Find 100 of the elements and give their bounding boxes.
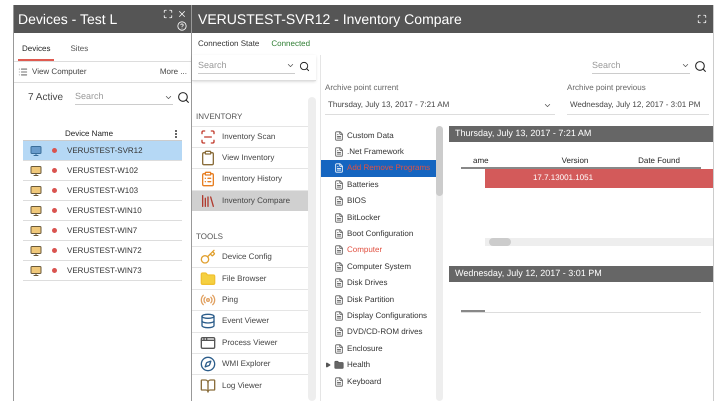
list-icon: [18, 67, 28, 77]
close-icon[interactable]: [177, 9, 187, 19]
file-icon: [334, 163, 344, 174]
tree-item[interactable]: Enclosure: [321, 340, 436, 357]
monitor-icon: [30, 244, 42, 256]
maximize-icon[interactable]: [163, 9, 173, 19]
column-header[interactable]: Version: [533, 155, 617, 167]
table-row[interactable]: 17.7.13001.1051: [485, 168, 713, 188]
scrollbar-track[interactable]: [485, 238, 713, 246]
tree-item[interactable]: Health: [321, 356, 436, 374]
nav-group-label: INVENTORY: [195, 110, 244, 122]
nav-item[interactable]: Device Config: [192, 246, 308, 268]
expand-arrow-icon[interactable]: [325, 362, 331, 368]
panel-header: Thursday, July 13, 2017 - 7:21 AM: [449, 126, 713, 142]
binders-icon: [200, 192, 216, 209]
tree-item[interactable]: Custom Data: [321, 128, 436, 144]
device-name: VERUSTEST-SVR12: [67, 144, 143, 156]
tree-item[interactable]: Computer: [321, 242, 436, 259]
scanner-icon: [200, 128, 216, 145]
archive-label: Archive point previous: [567, 82, 647, 94]
scrollbar-thumb[interactable]: [489, 238, 511, 246]
search-field[interactable]: Search: [75, 90, 164, 104]
device-name: VERUSTEST-W103: [67, 184, 138, 196]
tree-item[interactable]: Keyboard: [321, 373, 436, 390]
file-icon: [334, 262, 344, 272]
scrollbar-track[interactable]: [308, 96, 316, 401]
device-row[interactable]: VERUSTEST-WIN10: [23, 201, 182, 221]
search-icon[interactable]: [299, 60, 310, 73]
search-icon[interactable]: [177, 91, 190, 104]
device-row[interactable]: VERUSTEST-WIN7: [23, 221, 182, 241]
active-count: 7 Active: [28, 91, 64, 105]
maximize-icon[interactable]: [697, 14, 707, 24]
device-name: VERUSTEST-W102: [67, 164, 138, 176]
search-field[interactable]: Search: [198, 59, 286, 72]
connection-status: Connected: [271, 38, 310, 50]
view-computer-button[interactable]: View Computer: [18, 66, 87, 78]
help-icon[interactable]: [177, 21, 187, 31]
column-header[interactable]: ame: [461, 155, 533, 167]
column-header[interactable]: Date Found: [617, 155, 701, 167]
file-icon: [334, 376, 344, 387]
tree-item[interactable]: Boot Configuration: [321, 226, 436, 242]
tree-item[interactable]: .Net Framework: [321, 144, 436, 160]
column-header[interactable]: Device Name: [65, 128, 175, 140]
file-icon: [334, 196, 344, 206]
file-icon: [334, 294, 344, 305]
search-field[interactable]: Search: [592, 59, 681, 72]
file-icon: [334, 344, 344, 354]
nav-item[interactable]: WMI Explorer: [192, 353, 308, 374]
device-name: VERUSTEST-WIN72: [67, 244, 142, 256]
device-row[interactable]: VERUSTEST-WIN73: [23, 261, 182, 281]
clipboard-icon: [200, 171, 216, 188]
database-icon: [200, 313, 216, 330]
nav-item[interactable]: Inventory Compare: [192, 190, 308, 212]
tab[interactable]: Devices: [18, 39, 54, 61]
search-icon[interactable]: [694, 60, 707, 73]
more-button[interactable]: More ...: [160, 66, 187, 78]
window-title: VERUSTEST-SVR12 - Inventory Compare: [198, 10, 462, 29]
file-icon: [334, 229, 344, 240]
tree-item[interactable]: DVD/CD-ROM drives: [321, 324, 436, 341]
monitor-icon: [30, 184, 42, 196]
tree-item[interactable]: Computer System: [321, 258, 436, 276]
connection-label: Connection State: [198, 38, 260, 50]
file-icon: [334, 327, 344, 338]
monitor-icon: [30, 264, 42, 276]
nav-group-label: TOOLS: [195, 231, 224, 244]
device-row[interactable]: VERUSTEST-SVR12: [23, 141, 182, 161]
device-name: VERUSTEST-WIN7: [67, 224, 138, 236]
archive-label: Archive point current: [325, 82, 400, 94]
window-title: Devices - Test L: [18, 10, 118, 29]
folder-icon: [200, 270, 216, 287]
tree-item[interactable]: Display Configurations: [321, 308, 436, 324]
key-icon: [200, 249, 216, 266]
archive-dropdown[interactable]: Thursday, July 13, 2017 - 7:21 AM: [325, 96, 555, 114]
file-icon: [334, 212, 344, 223]
tree-item[interactable]: BitLocker: [321, 209, 436, 226]
nav-item[interactable]: Log Viewer: [192, 374, 308, 396]
device-row[interactable]: VERUSTEST-W103: [23, 181, 182, 201]
tree-item[interactable]: BIOS: [321, 193, 436, 210]
scrollbar-track[interactable]: [436, 126, 443, 401]
tree-item[interactable]: Batteries: [321, 176, 436, 194]
clipboard-icon: [200, 150, 216, 166]
compass-icon: [200, 356, 216, 372]
column-menu-icon[interactable]: [175, 130, 178, 138]
tab[interactable]: Sites: [66, 39, 92, 61]
device-row[interactable]: VERUSTEST-W102: [23, 161, 182, 181]
window-icon: [200, 334, 216, 351]
file-icon: [334, 147, 344, 158]
nav-item[interactable]: View Inventory: [192, 146, 308, 168]
panel-header: Wednesday, July 12, 2017 - 3:01 PM: [449, 266, 713, 282]
monitor-icon: [30, 144, 42, 156]
book-icon: [200, 378, 216, 394]
archive-dropdown[interactable]: Wednesday, July 12, 2017 - 3:01 PM: [567, 96, 709, 114]
monitor-icon: [30, 164, 42, 176]
folder-icon: [334, 360, 344, 370]
device-row[interactable]: VERUSTEST-WIN72: [23, 241, 182, 261]
nav-item[interactable]: Inventory Scan: [192, 126, 308, 147]
tree-item[interactable]: Disk Partition: [321, 291, 436, 308]
file-icon: [334, 180, 344, 190]
scrollbar-thumb[interactable]: [436, 126, 443, 196]
tree-item[interactable]: Disk Drives: [321, 275, 436, 292]
